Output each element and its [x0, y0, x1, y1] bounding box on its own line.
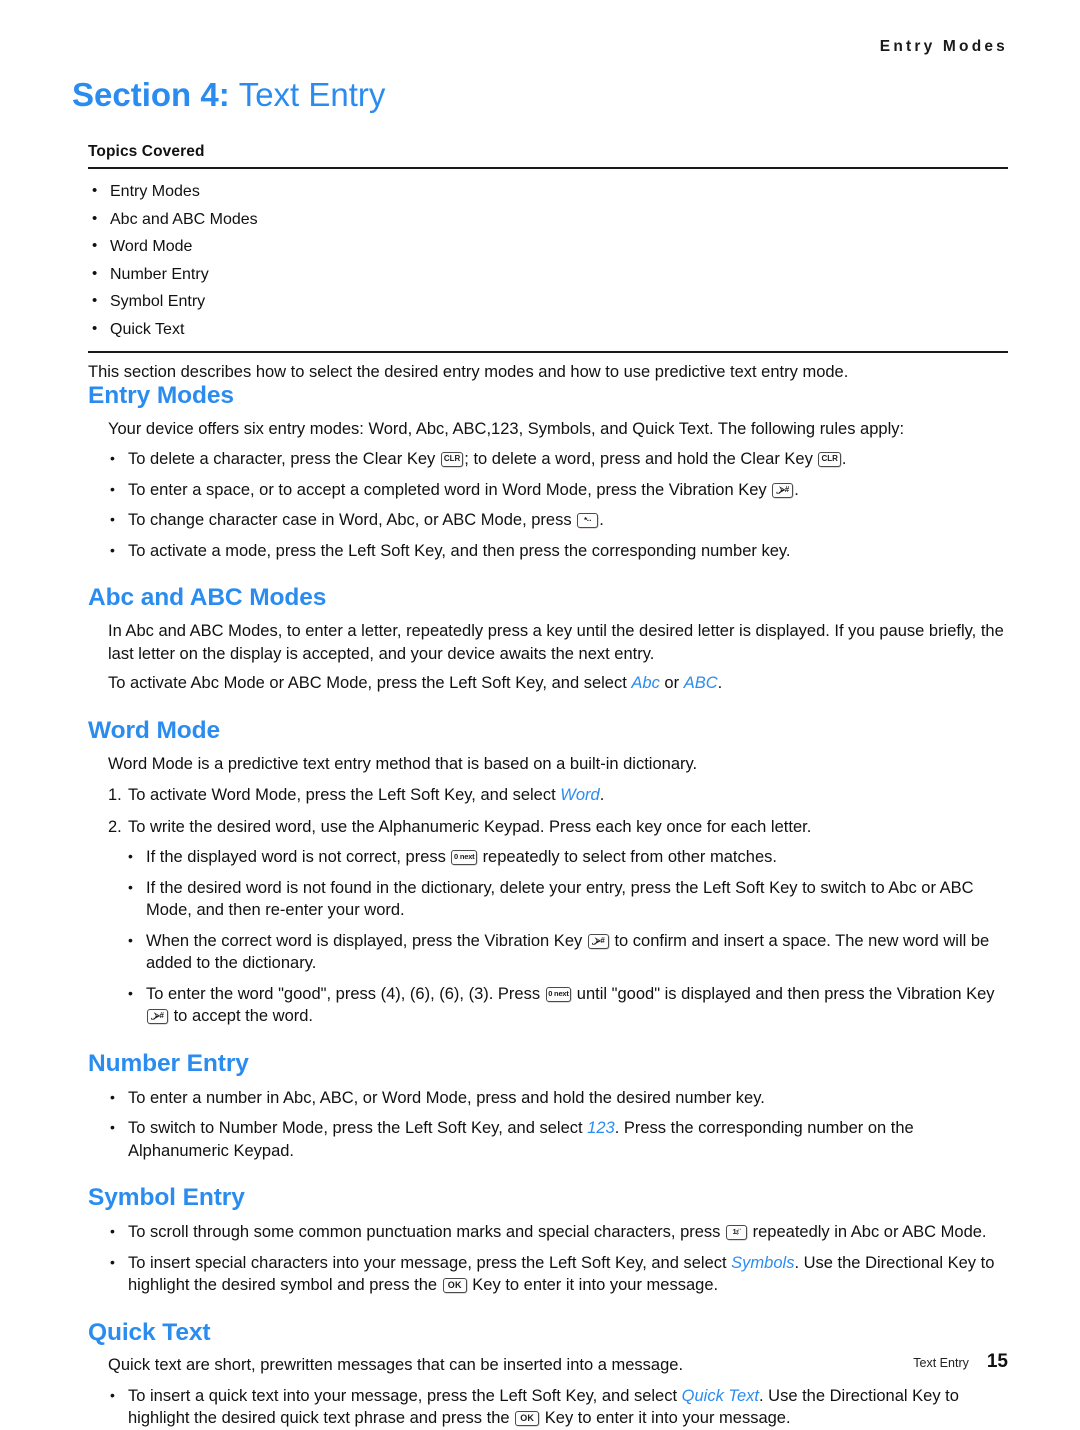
list-item: Abc and ABC Modes [88, 205, 1008, 234]
list-item: To delete a character, press the Clear K… [88, 447, 1008, 471]
list-item: To enter a number in Abc, ABC, or Word M… [88, 1086, 1008, 1110]
list-item: To insert special characters into your m… [88, 1251, 1008, 1297]
footer-label: Text Entry [913, 1356, 969, 1370]
list-item: When the correct word is displayed, pres… [88, 929, 1008, 975]
para-text: To activate Abc Mode or ABC Mode, press … [108, 674, 632, 693]
step-number: 2. [108, 817, 122, 836]
list-item: To scroll through some common punctuatio… [88, 1220, 1008, 1244]
abc-modes-paragraph-2: To activate Abc Mode or ABC Mode, press … [108, 672, 1008, 695]
star-key-icon: *·· [577, 513, 599, 529]
page-footer: Text Entry 15 [913, 1351, 1008, 1373]
bullet-text: To enter the word "good", press (4), (6)… [146, 984, 541, 1003]
bullet-text: . [599, 511, 604, 530]
step-text: . [599, 786, 605, 805]
bullet-text: When the correct word is displayed, pres… [146, 931, 583, 950]
section-number: Section 4: [72, 76, 230, 113]
bullet-text: To insert a quick text into your message… [128, 1386, 682, 1405]
list-item: To change character case in Word, Abc, o… [88, 508, 1008, 532]
document-page: Entry Modes Section 4: Text Entry Topics … [0, 0, 1080, 1427]
bullet-text: Key to enter it into your message. [544, 1409, 791, 1428]
heading-quick-text: Quick Text [88, 1318, 211, 1346]
vibration-key-icon: ⎵⮚# [147, 1009, 168, 1025]
heading-number-entry: Number Entry [88, 1049, 249, 1077]
bullet-text: . [794, 480, 799, 499]
quick-text-paragraph: Quick text are short, prewritten message… [108, 1356, 684, 1375]
step-text: To write the desired word, use the Alpha… [128, 817, 812, 836]
word-mode-paragraph: Word Mode is a predictive text entry met… [108, 754, 698, 773]
mode-link-abc-upper[interactable]: ABC [684, 674, 718, 692]
mode-link-word[interactable]: Word [560, 786, 599, 804]
topics-covered-label: Topics Covered [88, 143, 205, 160]
bullet-text: To delete a character, press the Clear K… [128, 450, 436, 469]
page-title: Section 4: Text Entry [72, 76, 386, 113]
topics-list: Entry Modes Abc and ABC Modes Word Mode … [88, 169, 1008, 351]
zero-next-key-icon: 0 next [545, 986, 572, 1002]
list-item: To enter a space, or to accept a complet… [88, 478, 1008, 502]
vibration-key-icon: ⎵⮚# [587, 933, 609, 949]
mode-link-symbols[interactable]: Symbols [731, 1254, 794, 1272]
bullet-text: . [841, 450, 847, 469]
zero-next-key-icon: 0 next [451, 850, 477, 866]
mode-link-quick-text[interactable]: Quick Text [682, 1387, 759, 1405]
vibration-key-icon: ⎵⮚# [772, 482, 794, 498]
bullet-text: to accept the word. [173, 1007, 314, 1026]
list-item: To activate a mode, press the Left Soft … [88, 539, 1008, 563]
list-item: Number Entry [88, 260, 1008, 289]
word-mode-subbullets: If the displayed word is not correct, pr… [88, 845, 1008, 1028]
ok-key-icon: OK [515, 1411, 540, 1427]
mode-link-123[interactable]: 123 [587, 1119, 615, 1137]
document-body: Entry Modes Your device offers six entry… [88, 352, 1008, 1430]
list-item: Entry Modes [88, 177, 1008, 206]
quick-text-bullets: To insert a quick text into your message… [88, 1384, 1008, 1430]
bullet-text: repeatedly to select from other matches. [482, 848, 777, 867]
bullet-text: Key to enter it into your message. [472, 1276, 719, 1295]
list-item: Word Mode [88, 232, 1008, 261]
section-name: Text Entry [238, 76, 386, 113]
bullet-text: To switch to Number Mode, press the Left… [128, 1119, 588, 1138]
clear-key-icon: CLR [440, 452, 464, 468]
bullet-text: until "good" is displayed and then press… [576, 984, 995, 1003]
mode-link-abc[interactable]: Abc [631, 674, 659, 692]
clear-key-icon: CLR [818, 452, 841, 468]
bullet-text: repeatedly in Abc or ABC Mode. [752, 1223, 987, 1242]
bullet-text: To scroll through some common punctuatio… [128, 1223, 721, 1242]
bullet-text: To insert special characters into your m… [128, 1253, 732, 1272]
running-header: Entry Modes [879, 38, 1008, 55]
list-item: To switch to Number Mode, press the Left… [88, 1116, 1008, 1162]
list-item: Symbol Entry [88, 287, 1008, 316]
step-text: To activate Word Mode, press the Left So… [128, 786, 561, 805]
list-item: If the displayed word is not correct, pr… [88, 845, 1008, 869]
list-item: If the desired word is not found in the … [88, 876, 1008, 922]
step-number: 1. [108, 786, 122, 805]
page-number: 15 [986, 1351, 1008, 1372]
heading-word-mode: Word Mode [88, 716, 221, 744]
bullet-text: To enter a space, or to accept a complet… [128, 480, 767, 499]
ok-key-icon: OK [442, 1278, 467, 1294]
word-mode-steps: 1. To activate Word Mode, press the Left … [88, 784, 1008, 838]
list-item: 1. To activate Word Mode, press the Left … [88, 784, 1008, 807]
bullet-text: To change character case in Word, Abc, o… [128, 511, 572, 530]
list-item: To insert a quick text into your message… [88, 1384, 1008, 1430]
heading-abc-modes: Abc and ABC Modes [88, 584, 327, 612]
heading-symbol-entry: Symbol Entry [88, 1184, 245, 1212]
abc-modes-paragraph-1: In Abc and ABC Modes, to enter a letter,… [108, 622, 1004, 663]
topics-covered-box: Topics Covered Entry Modes Abc and ABC M… [88, 143, 1008, 383]
bullet-text: ; to delete a word, press and hold the C… [464, 450, 813, 469]
symbol-entry-bullets: To scroll through some common punctuatio… [88, 1220, 1008, 1297]
number-entry-bullets: To enter a number in Abc, ABC, or Word M… [88, 1086, 1008, 1163]
list-item: Quick Text [88, 315, 1008, 344]
para-text: . [717, 674, 723, 693]
entry-modes-bullets: To delete a character, press the Clear K… [88, 447, 1008, 563]
entry-modes-paragraph: Your device offers six entry modes: Word… [108, 419, 905, 438]
list-item: To enter the word "good", press (4), (6)… [88, 982, 1008, 1028]
list-item: 2. To write the desired word, use the Alp… [88, 816, 1008, 839]
one-punctuation-key-icon: 1⦂¨ [726, 1225, 748, 1241]
para-text: or [659, 674, 684, 693]
bullet-text: If the displayed word is not correct, pr… [146, 848, 446, 867]
heading-entry-modes: Entry Modes [88, 382, 234, 409]
